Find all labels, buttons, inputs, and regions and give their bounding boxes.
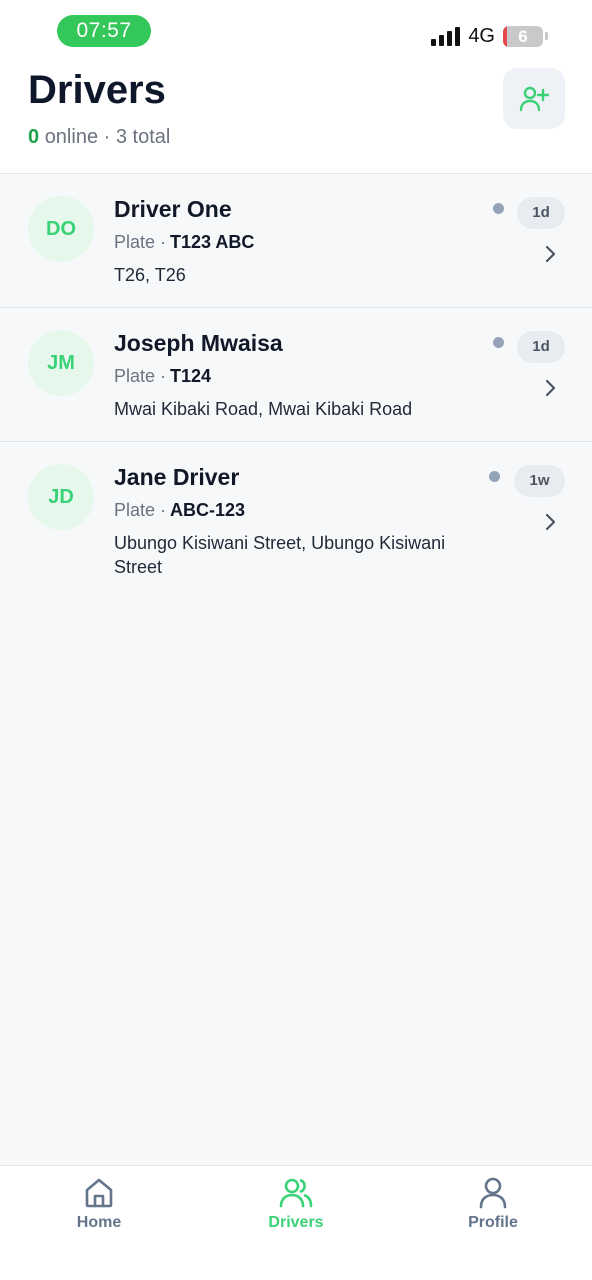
status-time: 07:57 [57, 15, 151, 47]
add-user-icon [519, 86, 549, 111]
plate-line: Plate · T123 ABC [114, 232, 254, 253]
plate-line: Plate · ABC-123 [114, 500, 245, 521]
status-dot [493, 337, 504, 348]
avatar: DO [28, 196, 94, 262]
home-icon [85, 1178, 113, 1208]
online-label: online [44, 126, 99, 148]
chevron-right-icon [545, 513, 556, 531]
driver-summary: 0 online · 3 total [28, 126, 170, 149]
plate-value: T123 ABC [170, 232, 255, 252]
status-dot [493, 203, 504, 214]
user-icon [479, 1177, 507, 1209]
plate-label: Plate · [114, 232, 167, 252]
summary-separator: · [103, 126, 111, 148]
plate-line: Plate · T124 [114, 366, 211, 387]
last-seen-badge: 1d [517, 197, 565, 229]
driver-list-item[interactable]: JD Jane Driver Plate · ABC-123 Ubungo Kis… [0, 443, 592, 603]
status-dot [489, 471, 500, 482]
online-count: 0 [28, 126, 40, 148]
avatar: JD [28, 464, 94, 530]
plate-value: ABC-123 [170, 500, 246, 520]
tab-label: Drivers [268, 1214, 324, 1231]
users-icon [279, 1178, 313, 1208]
battery-icon: 6 [503, 25, 543, 47]
last-seen-badge: 1d [517, 331, 565, 363]
battery-level: 6 [518, 26, 528, 46]
driver-name: Joseph Mwaisa [114, 330, 283, 356]
tab-profile[interactable]: Profile [433, 1176, 553, 1232]
page-title: Drivers [28, 68, 166, 112]
driver-name: Driver One [114, 196, 232, 222]
avatar: JM [28, 330, 94, 396]
tab-drivers[interactable]: Drivers [236, 1176, 356, 1232]
driver-list-item[interactable]: DO Driver One Plate · T123 ABC T26, T26 1… [0, 175, 592, 308]
chevron-right-icon [545, 379, 556, 397]
driver-address: T26, T26 [114, 265, 186, 285]
tab-label: Home [76, 1214, 122, 1231]
plate-label: Plate · [114, 500, 167, 520]
network-label: 4G [468, 24, 495, 47]
tab-home[interactable]: Home [39, 1176, 159, 1232]
last-seen-badge: 1w [514, 465, 565, 497]
header: 07:57 4G 6 Drivers 0 online · 3 total [0, 0, 592, 174]
tab-label: Profile [468, 1214, 518, 1231]
add-driver-button[interactable] [503, 68, 565, 129]
bottom-tab-bar: Home Drivers Profile [0, 1165, 592, 1280]
chevron-right-icon [545, 245, 556, 263]
driver-address: Mwai Kibaki Road, Mwai Kibaki Road [114, 399, 413, 419]
driver-name: Jane Driver [114, 464, 240, 490]
driver-list-item[interactable]: JM Joseph Mwaisa Plate · T124 Mwai Kibaki… [0, 309, 592, 442]
plate-label: Plate · [114, 366, 167, 386]
total-label: 3 total [115, 126, 171, 148]
signal-bars-icon [431, 26, 461, 46]
driver-address: Ubungo Kisiwani Street, Ubungo Kisiwani … [114, 533, 446, 577]
plate-value: T124 [170, 366, 212, 386]
status-indicators: 4G 6 [431, 22, 548, 50]
